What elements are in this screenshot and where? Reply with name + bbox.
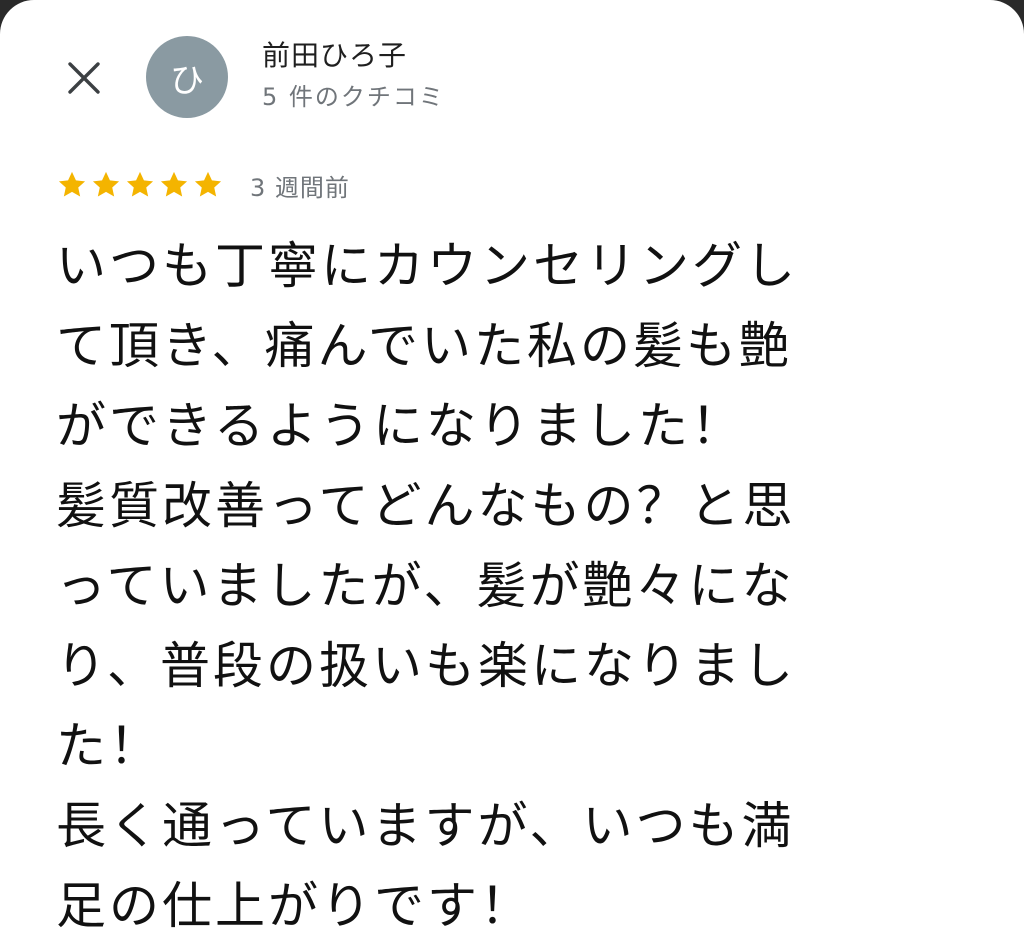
star-icon [56,169,88,201]
review-date: 3 週間前 [250,173,350,202]
review-text: いつも丁寧にカウンセリングし て頂き、痛んでいた私の髪も艶 ができるようになりました… [56,226,956,946]
star-icon [90,169,122,201]
avatar-initial: ひ [170,60,204,101]
reviewer-info: 前田ひろ子 5 件のクチコミ [262,38,445,114]
star-icon [124,169,156,201]
review-text-line: っていましたが、髪が艶々にな [56,557,795,615]
review-text-line: て頂き、痛んでいた私の髪も艶 [56,317,792,375]
review-detail-panel: ひ 前田ひろ子 5 件のクチコミ 3 週間前 いつも丁寧にカウンセリングし て頂き… [0,0,1024,952]
close-icon [68,62,100,94]
review-text-line: ができるようになりました！ [56,397,744,455]
review-text-line: 足の仕上がりです！ [56,877,533,935]
review-text-line: 長く通っていますが、いつも満 [56,797,795,855]
rating-row: 3 週間前 [56,166,350,204]
avatar[interactable]: ひ [146,36,228,118]
review-text-line: いつも丁寧にカウンセリングし [56,237,798,295]
star-rating [56,169,224,201]
star-icon [158,169,190,201]
star-icon [192,169,224,201]
review-text-line: り、普段の扱いも楽になりまし [56,637,796,695]
review-text-line: 髪質改善ってどんなもの？と思 [56,477,796,535]
review-text-line: た！ [56,717,162,775]
reviewer-name[interactable]: 前田ひろ子 [262,38,445,74]
close-button[interactable] [58,52,110,104]
review-count: 5 件のクチコミ [262,83,445,111]
